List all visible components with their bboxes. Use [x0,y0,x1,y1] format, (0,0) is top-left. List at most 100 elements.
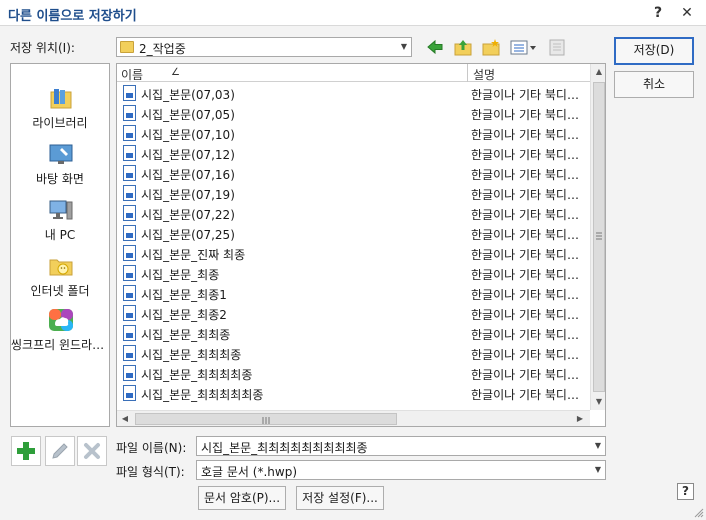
filetype-label: 파일 형식(T): [116,465,185,479]
chevron-down-icon: ▼ [594,465,602,474]
column-header: 이름 ∠ 설명 [117,64,590,82]
hwp-file-icon [123,185,136,201]
pencil-icon [52,443,68,459]
list-item[interactable]: 시집_본문_최종 한글이나 기타 북디자인 [117,263,590,283]
scroll-right-icon[interactable]: ▶ [572,411,588,426]
hwp-file-icon [123,365,136,381]
list-item[interactable]: 시집_본문(07,19) 한글이나 기타 북디자인 [117,183,590,203]
list-item[interactable]: 시집_본문(07,22) 한글이나 기타 북디자인 [117,203,590,223]
filename-label: 파일 이름(N): [116,441,187,455]
desktop-icon [49,144,73,164]
horizontal-scrollbar[interactable]: ◀ ▶ [117,410,590,426]
new-folder-button[interactable] [480,37,502,57]
cloud-drive-icon [49,309,73,331]
scroll-down-icon[interactable]: ▼ [591,394,605,410]
up-folder-button[interactable] [452,37,474,57]
filetype-select[interactable]: 호글 문서 (*.hwp) ▼ [196,460,606,480]
view-menu-button[interactable] [508,37,538,57]
filename-value: 시집_본문_최최최최최최최최최종 [201,441,368,455]
x-icon [84,443,100,459]
place-label: 인터넷 폴더 [30,284,90,298]
hwp-file-icon [123,165,136,181]
help-title-button[interactable]: ? [648,3,668,23]
add-place-button[interactable] [11,436,41,466]
file-rows: 시집_본문(07,03) 한글이나 기타 북디자인 시집_본문(07,05) 한글이… [117,83,590,403]
list-item[interactable]: 시집_본문_최최최최종 한글이나 기타 북디자인 [117,363,590,383]
hwp-file-icon [123,245,136,261]
place-label: 바탕 화면 [36,172,84,186]
list-item[interactable]: 시집_본문(07,10) 한글이나 기타 북디자인 [117,123,590,143]
list-item[interactable]: 시집_본문(07,25) 한글이나 기타 북디자인 [117,223,590,243]
place-desktop[interactable]: 바탕 화면 [11,142,109,198]
vertical-scroll-thumb[interactable] [593,82,605,392]
list-item[interactable]: 시집_본문_진짜 최종 한글이나 기타 북디자인 [117,243,590,263]
list-view-icon [510,40,536,55]
column-separator[interactable] [467,64,468,82]
scroll-left-icon[interactable]: ◀ [117,411,133,426]
hwp-file-icon [123,225,136,241]
list-item[interactable]: 시집_본문_최종1 한글이나 기타 북디자인 [117,283,590,303]
filename-input[interactable]: 시집_본문_최최최최최최최최최종 ▼ [196,436,606,456]
list-item[interactable]: 시집_본문_최최최종 한글이나 기타 북디자인 [117,343,590,363]
location-combo[interactable]: 2_작업중 ▼ [116,37,412,57]
cancel-button[interactable]: 취소 [614,71,694,98]
delete-place-button[interactable] [77,436,107,466]
list-item[interactable]: 시집_본문(07,05) 한글이나 기타 북디자인 [117,103,590,123]
save-settings-button[interactable]: 저장 설정(F)... [296,486,384,510]
list-item[interactable]: 시집_본문_최최최최최종 한글이나 기타 북디자인 [117,383,590,403]
list-item[interactable]: 시집_본문(07,12) 한글이나 기타 북디자인 [117,143,590,163]
location-value: 2_작업중 [139,42,186,56]
folder-icon [120,41,134,53]
save-button[interactable]: 저장(D) [614,37,694,65]
list-item[interactable]: 시집_본문_최종2 한글이나 기타 북디자인 [117,303,590,323]
place-this-pc[interactable]: 내 PC [11,198,109,254]
list-item[interactable]: 시집_본문_최최종 한글이나 기타 북디자인 [117,323,590,343]
hwp-file-icon [123,85,136,101]
hwp-file-icon [123,265,136,281]
hwp-file-icon [123,285,136,301]
list-item[interactable]: 시집_본문(07,16) 한글이나 기타 북디자인 [117,163,590,183]
horizontal-scroll-thumb[interactable] [135,413,397,425]
up-folder-icon [454,40,472,56]
document-password-button[interactable]: 문서 암호(P)... [198,486,286,510]
filetype-value: 호글 문서 (*.hwp) [201,465,298,479]
back-arrow-icon [427,39,443,55]
column-type-header[interactable]: 설명 [473,66,495,83]
hwp-file-icon [123,125,136,141]
back-button[interactable] [424,37,446,57]
vertical-scrollbar[interactable]: ▲ ▼ [590,64,605,410]
places-bar: 라이브러리 바탕 화면 내 PC 인터넷 폴더 씽크프리 윈드라이브 [10,63,110,427]
preview-icon [549,39,565,56]
place-label: 라이브러리 [32,116,88,130]
chevron-down-icon: ▼ [400,42,408,51]
computer-icon [49,200,73,220]
place-internet-folder[interactable]: 인터넷 폴더 [11,254,109,310]
chevron-down-icon[interactable]: ▼ [591,437,605,455]
close-button[interactable]: ✕ [677,3,697,23]
plus-icon [17,442,35,460]
sort-indicator-icon: ∠ [171,67,180,78]
file-list[interactable]: 이름 ∠ 설명 시집_본문(07,03) 한글이나 기타 북디자인 시집_본문(0… [116,63,606,427]
place-library[interactable]: 라이브러리 [11,86,109,142]
place-cloud-drive[interactable]: 씽크프리 윈드라이브 [11,308,109,364]
title-bar: 다른 이름으로 저장하기 ? ✕ [0,0,706,26]
scroll-up-icon[interactable]: ▲ [591,64,605,80]
help-button[interactable]: ? [677,483,694,500]
window-title: 다른 이름으로 저장하기 [8,9,137,24]
hwp-file-icon [123,205,136,221]
location-label: 저장 위치(I): [10,41,75,55]
hwp-file-icon [123,145,136,161]
edit-place-button[interactable] [45,436,75,466]
place-label: 씽크프리 윈드라이브 [11,338,109,352]
resize-grip-icon[interactable] [694,508,704,518]
preview-button[interactable] [546,37,568,57]
column-name-header[interactable]: 이름 [121,66,143,83]
grip-icon [262,417,270,424]
hwp-file-icon [123,345,136,361]
list-item[interactable]: 시집_본문(07,03) 한글이나 기타 북디자인 [117,83,590,103]
grip-icon [596,232,602,240]
library-icon [50,89,72,109]
hwp-file-icon [123,385,136,401]
new-folder-icon [482,39,500,56]
hwp-file-icon [123,325,136,341]
